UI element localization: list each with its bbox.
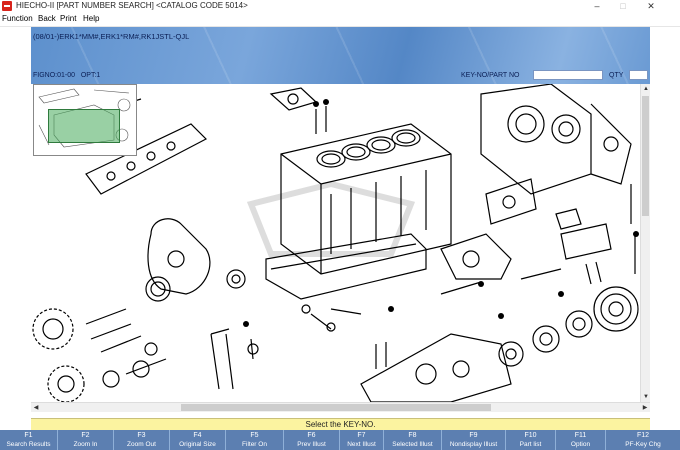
f9-nondisplay-illust-button[interactable]: F9 Nondisplay Illust (442, 430, 506, 450)
f4-original-size-button[interactable]: F4 Original Size (170, 430, 226, 450)
fkey-label: Next Illust (347, 441, 376, 448)
f1-search-results-button[interactable]: F1 Search Results (0, 430, 58, 450)
f3-zoom-out-button[interactable]: F3 Zoom Out (114, 430, 170, 450)
function-key-bar: F1 Search Results F2 Zoom In F3 Zoom Out F4… (0, 430, 680, 450)
title-bar: HIECHO-II [PART NUMBER SEARCH] <CATALOG … (0, 0, 680, 12)
fkey-id: F8 (408, 432, 417, 439)
maximize-button[interactable]: □ (612, 0, 634, 12)
overview-thumbnail[interactable] (33, 84, 137, 156)
fkey-id: F7 (357, 432, 366, 439)
vertical-scroll-thumb[interactable] (642, 96, 649, 216)
fkey-id: F2 (81, 432, 90, 439)
fkey-id: F3 (137, 432, 146, 439)
status-message: Select the KEY-NO. (31, 418, 650, 430)
fkey-label: PF-Key Chg (625, 441, 661, 448)
viewport-indicator[interactable] (48, 109, 120, 143)
fkey-label: Option (570, 441, 591, 448)
f5-filter-on-button[interactable]: F5 Filter On (226, 430, 284, 450)
qty-field[interactable] (629, 70, 648, 80)
f7-next-illust-button[interactable]: F7 Next Illust (340, 430, 384, 450)
model-code: (08/01-)ERK1*MM#,ERK1*RM#,RK1JSTL-QJL (33, 32, 190, 41)
fkey-label: Part list (519, 441, 542, 448)
f10-part-list-button[interactable]: F10 Part list (506, 430, 556, 450)
fkey-label: Search Results (6, 441, 51, 448)
scroll-left-icon[interactable]: ◀ (31, 403, 41, 413)
right-margin (650, 27, 680, 430)
menu-print[interactable]: Print (60, 12, 76, 26)
fkey-label: Selected Illust (392, 441, 433, 448)
fkey-id: F9 (469, 432, 478, 439)
menu-back[interactable]: Back (38, 12, 56, 26)
fkey-id: F6 (307, 432, 316, 439)
menu-help[interactable]: Help (83, 12, 99, 26)
qty-label: QTY (609, 72, 624, 79)
menu-bar: Function Back Print Help (0, 12, 680, 27)
horizontal-scroll-thumb[interactable] (181, 404, 491, 411)
window-title: HIECHO-II [PART NUMBER SEARCH] <CATALOG … (16, 1, 248, 10)
figno-value: FIGNO:01-00 (33, 72, 76, 79)
minimize-button[interactable]: – (586, 0, 608, 12)
f2-zoom-in-button[interactable]: F2 Zoom In (58, 430, 114, 450)
figure-number: FIGNO:01-00 OPT:1 (33, 72, 100, 79)
scroll-right-icon[interactable]: ▶ (640, 403, 650, 413)
keyno-label: KEY-NO/PART NO (461, 72, 520, 79)
parts-illustration[interactable] (31, 84, 640, 402)
f11-option-button[interactable]: F11 Option (556, 430, 606, 450)
fkey-id: F11 (574, 432, 587, 439)
f12-pf-key-chg-button[interactable]: F12 PF-Key Chg (606, 430, 680, 450)
f6-prev-illust-button[interactable]: F6 Prev Illust (284, 430, 340, 450)
fkey-id: F12 (636, 432, 650, 439)
scroll-up-icon[interactable]: ▲ (641, 84, 651, 94)
catalog-header: (08/01-)ERK1*MM#,ERK1*RM#,RK1JSTL-QJL FI… (31, 27, 650, 84)
fkey-label: Prev Illust (297, 441, 326, 448)
fkey-label: Original Size (179, 441, 216, 448)
app-logo-icon (2, 1, 12, 11)
scroll-down-icon[interactable]: ▼ (641, 392, 651, 402)
horizontal-scrollbar[interactable]: ◀ ▶ (31, 402, 650, 412)
fkey-id: F1 (24, 432, 33, 439)
keyno-input[interactable] (533, 70, 603, 80)
vertical-scrollbar[interactable]: ▲ ▼ (640, 84, 650, 402)
fkey-id: F5 (250, 432, 259, 439)
fkey-label: Zoom Out (127, 441, 156, 448)
fkey-label: Filter On (242, 441, 267, 448)
f8-selected-illust-button[interactable]: F8 Selected Illust (384, 430, 442, 450)
menu-function[interactable]: Function (2, 12, 33, 26)
opt-value: OPT:1 (80, 72, 101, 79)
fkey-id: F10 (524, 432, 537, 439)
left-margin (0, 27, 31, 430)
fkey-label: Nondisplay Illust (449, 441, 498, 448)
close-button[interactable]: ✕ (640, 0, 662, 12)
fkey-label: Zoom In (73, 441, 98, 448)
fkey-id: F4 (193, 432, 202, 439)
